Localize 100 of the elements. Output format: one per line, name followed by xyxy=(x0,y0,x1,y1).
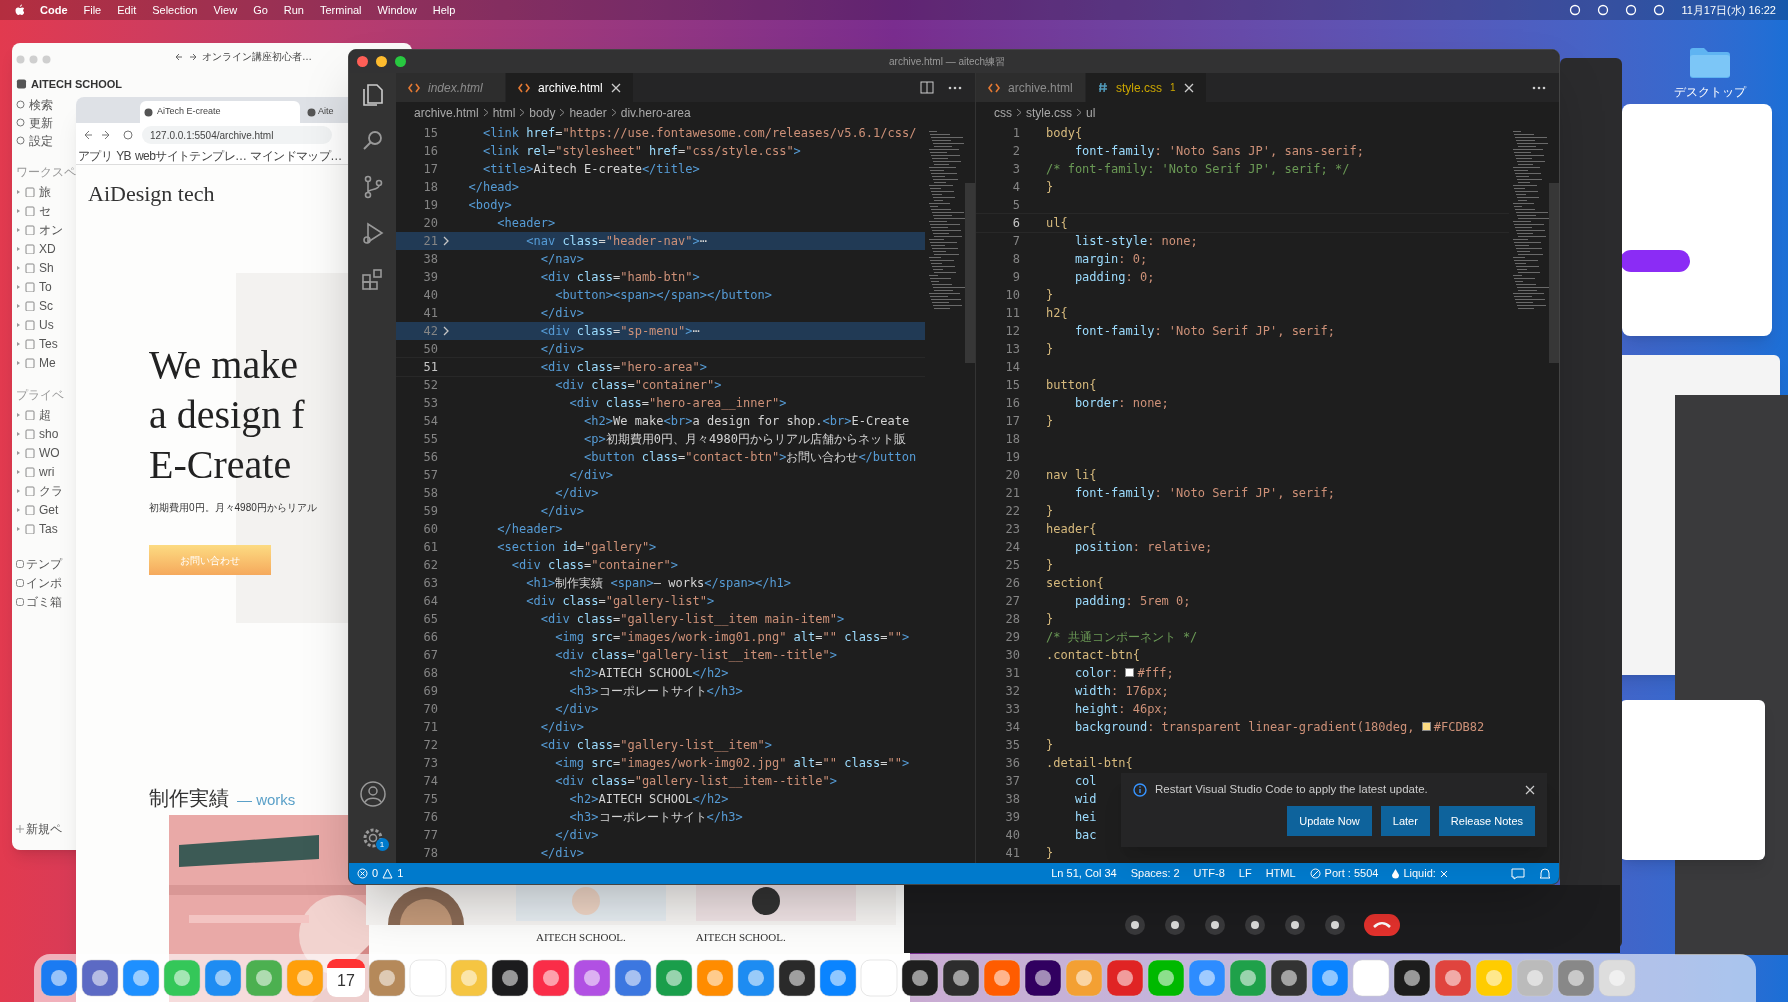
problems-indicator[interactable]: 0 1 xyxy=(357,865,404,882)
page-item[interactable]: 旅 xyxy=(39,183,51,201)
bookmark-link[interactable]: webサイトテンプレ… xyxy=(135,146,247,165)
page-item[interactable]: セ xyxy=(39,202,51,220)
page-item[interactable]: sho xyxy=(39,425,59,443)
page-item[interactable]: オン xyxy=(39,221,63,239)
breadcrumb-item[interactable]: archive.html xyxy=(414,103,479,122)
page-item[interactable]: Sh xyxy=(39,259,54,277)
status-item[interactable]: Ln 51, Col 34 xyxy=(1051,865,1117,882)
breadcrumb-item[interactable]: html xyxy=(492,103,516,122)
page-item[interactable]: To xyxy=(39,278,52,296)
page-item[interactable]: Tes xyxy=(39,335,58,353)
bookmark-link[interactable]: YB xyxy=(116,146,131,165)
code-line: font-family: 'Noto Serif JP', serif; xyxy=(1073,485,1335,502)
address-bar[interactable]: 127.0.0.1:5504/archive.html xyxy=(142,126,332,144)
menu-item[interactable]: Edit xyxy=(117,1,137,19)
menu-item[interactable]: Selection xyxy=(152,1,198,19)
nav-item[interactable]: 設定 xyxy=(29,131,53,150)
breadcrumb-item[interactable]: ul xyxy=(1086,103,1096,122)
app-icon[interactable] xyxy=(1393,959,1431,997)
navigation-icon[interactable] xyxy=(84,130,134,140)
new-page-link[interactable]: 新規ペ xyxy=(26,820,62,838)
scrollbar-thumb[interactable] xyxy=(965,183,975,363)
page-item[interactable]: クラ xyxy=(39,482,63,500)
app-icon[interactable] xyxy=(1024,959,1062,997)
page-item[interactable]: Me xyxy=(39,354,56,372)
menu-item[interactable]: Run xyxy=(283,1,304,19)
page-breadcrumb[interactable]: オンライン講座初心者… xyxy=(202,49,312,64)
bookmark-link[interactable]: アプリ xyxy=(78,146,113,165)
account-icon[interactable] xyxy=(359,781,386,807)
close-icon[interactable] xyxy=(1525,784,1535,795)
menu-item[interactable]: Window xyxy=(377,1,417,19)
menu-item[interactable]: File xyxy=(83,1,102,19)
notification-button[interactable]: Release Notes xyxy=(1438,806,1535,837)
window-control-icon[interactable] xyxy=(395,56,406,67)
app-icon[interactable] xyxy=(778,959,816,997)
bell-icon[interactable] xyxy=(1539,867,1551,880)
page-icon xyxy=(16,448,36,458)
code-line: .contact-btn{ xyxy=(1046,647,1140,664)
window-control-icon[interactable] xyxy=(357,56,368,67)
editor-tab[interactable]: index.html xyxy=(396,73,506,102)
end-call-icon[interactable] xyxy=(1364,914,1400,936)
page-item[interactable]: Us xyxy=(39,316,54,334)
menu-item[interactable]: Go xyxy=(253,1,268,19)
editor-tab[interactable]: archive.html xyxy=(506,73,634,102)
line-number: 17 xyxy=(422,161,438,178)
menu-item[interactable]: View xyxy=(213,1,238,19)
page-item[interactable]: Get xyxy=(39,501,59,519)
page-item[interactable]: 超 xyxy=(39,406,51,424)
bookmark-link[interactable]: マインドマップ… xyxy=(250,146,342,165)
back-forward-icon[interactable] xyxy=(174,51,198,62)
page-item[interactable]: Sc xyxy=(39,297,53,315)
editor-tab[interactable]: style.css 1 xyxy=(1086,73,1207,102)
menu-clock[interactable]: 11月17日(水) 16:22 xyxy=(1681,1,1776,19)
code-line: } xyxy=(1046,179,1054,196)
breadcrumb-item[interactable]: css xyxy=(994,103,1012,122)
liquid-status[interactable]: Liquid: xyxy=(1392,865,1448,882)
close-icon[interactable] xyxy=(610,82,621,93)
breadcrumb-item[interactable]: header xyxy=(569,103,607,122)
status-item[interactable]: UTF-8 xyxy=(1193,865,1225,882)
folder-icon[interactable] xyxy=(1688,45,1732,79)
sidebar-link[interactable]: ゴミ箱 xyxy=(26,593,62,611)
sidebar-link[interactable]: インポ xyxy=(26,574,62,592)
page-item[interactable]: Tas xyxy=(39,520,58,538)
browser-tab[interactable]: AiTech E-create xyxy=(140,101,300,123)
page-item[interactable]: WO xyxy=(39,444,60,462)
menu-item[interactable]: Terminal xyxy=(320,1,362,19)
line-number: 38 xyxy=(1004,791,1020,808)
code-line: } xyxy=(1046,611,1054,628)
app-icon[interactable] xyxy=(1270,959,1308,997)
window-control-icon[interactable] xyxy=(376,56,387,67)
close-icon[interactable] xyxy=(1183,82,1194,93)
app-icon[interactable] xyxy=(901,959,939,997)
menu-item[interactable]: Code xyxy=(40,1,68,19)
live-server-status[interactable]: Port : 5504 xyxy=(1309,865,1379,882)
apple-icon[interactable] xyxy=(12,3,24,17)
sidebar-link[interactable]: テンプ xyxy=(26,555,62,573)
app-icon[interactable] xyxy=(942,959,980,997)
fold-chevron-icon[interactable] xyxy=(442,235,450,247)
fold-chevron-icon[interactable] xyxy=(442,325,450,337)
nav-item[interactable]: 検索 xyxy=(29,95,53,114)
page-item[interactable]: XD xyxy=(39,240,56,258)
status-item[interactable]: Spaces: 2 xyxy=(1130,865,1180,882)
menu-item[interactable]: Help xyxy=(432,1,456,19)
breadcrumb-item[interactable]: body xyxy=(529,103,556,122)
notification-button[interactable]: Later xyxy=(1380,806,1430,837)
folder-label[interactable]: デスクトップ xyxy=(1674,83,1746,101)
workspace-name[interactable]: AITECH SCHOOL xyxy=(30,75,122,93)
code-line: <button class="contact-btn">お問い合わせ</button xyxy=(583,449,917,466)
breadcrumb-item[interactable]: style.css xyxy=(1026,103,1072,122)
app-icon[interactable] xyxy=(491,959,529,997)
status-item[interactable]: HTML xyxy=(1265,865,1296,882)
editor-tab[interactable]: archive.html xyxy=(976,73,1086,102)
scrollbar-thumb[interactable] xyxy=(1549,183,1559,363)
page-item[interactable]: wri xyxy=(39,463,55,481)
status-item[interactable]: LF xyxy=(1238,865,1252,882)
feedback-icon[interactable] xyxy=(1511,867,1525,880)
notification-button[interactable]: Update Now xyxy=(1287,806,1372,837)
nav-item[interactable]: 更新 xyxy=(29,113,53,132)
breadcrumb-item[interactable]: div.hero-area xyxy=(620,103,691,122)
